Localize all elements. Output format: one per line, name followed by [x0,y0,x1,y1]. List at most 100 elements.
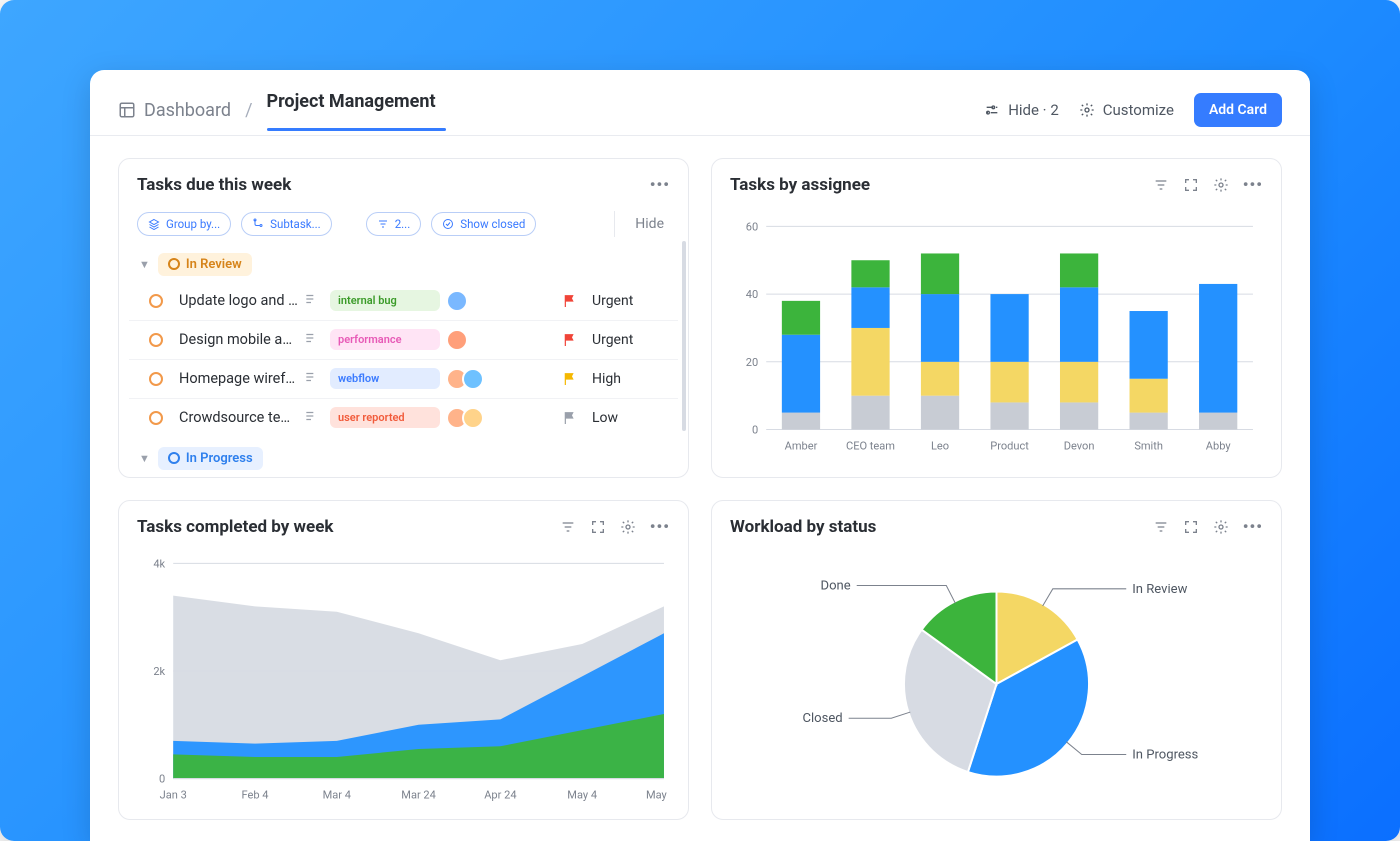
svg-text:Feb 4: Feb 4 [241,789,268,802]
tag-icon [304,331,324,349]
gear-icon[interactable] [620,519,636,535]
status-circle-icon [149,333,163,347]
breadcrumb-sep: / [245,100,252,121]
filter-icon[interactable] [1153,519,1169,535]
customize-label: Customize [1103,101,1174,119]
hide-link[interactable]: Hide [614,211,670,237]
more-icon[interactable]: ••• [1243,517,1263,536]
breadcrumb-current[interactable]: Project Management [267,91,436,130]
svg-text:Devon: Devon [1064,440,1095,453]
card-workload: Workload by status ••• DoneIn ReviewIn P… [711,500,1282,820]
area-chart: 02k4kJan 3Feb 4Mar 4Mar 24Apr 24May 4May… [137,549,670,809]
expand-icon[interactable] [590,519,606,535]
flag-icon [562,332,578,348]
more-icon[interactable]: ••• [650,517,670,536]
gear-icon[interactable] [1213,177,1229,193]
pie-label: Done [821,578,851,593]
task-name: Homepage wirefr... [179,370,298,387]
group-label: In Review [186,257,242,272]
caret-down-icon[interactable]: ▼ [139,258,150,271]
filter-icon[interactable] [560,519,576,535]
svg-text:Leo: Leo [931,440,949,453]
svg-text:Product: Product [990,440,1029,453]
header-actions: Hide · 2 Customize Add Card [984,93,1282,127]
add-card-button[interactable]: Add Card [1194,93,1282,127]
scrollbar[interactable] [682,241,686,431]
flag-icon [562,293,578,309]
chip-label: Group by... [166,217,220,231]
hide-button[interactable]: Hide · 2 [984,101,1059,119]
hide-label: Hide · 2 [1008,101,1059,119]
chip-filter-count[interactable]: 2... [366,212,422,236]
card-tasks-completed: Tasks completed by week ••• 02k4kJan 3Fe… [118,500,689,820]
more-icon[interactable]: ••• [650,175,670,194]
svg-text:20: 20 [746,356,758,369]
avatar [462,368,484,390]
bar-chart: 0204060AmberCEO teamLeoProductDevonSmith… [730,207,1263,467]
dashboard-grid: Tasks due this week ••• Group by... Subt… [90,136,1310,841]
task-row[interactable]: Crowdsource tem...user reportedLow [129,398,678,437]
tag-icon [304,409,324,427]
flag-icon [562,410,578,426]
task-name: Update logo and ... [179,292,298,309]
expand-icon[interactable] [1183,519,1199,535]
tag-badge: performance [330,329,440,350]
card-title: Tasks due this week [137,175,291,195]
gear-icon [1079,102,1095,118]
group-in-review[interactable]: ▼ In Review [129,247,678,282]
subtask-icon [252,218,264,230]
breadcrumb-root-label: Dashboard [144,100,231,121]
caret-down-icon[interactable]: ▼ [139,452,150,465]
filter-icon[interactable] [1153,177,1169,193]
pie-label: Closed [802,711,842,726]
chip-subtasks[interactable]: Subtask... [241,212,332,236]
breadcrumb-root[interactable]: Dashboard [118,100,231,121]
expand-icon[interactable] [1183,177,1199,193]
tag-badge: webflow [330,368,440,389]
svg-text:Mar 4: Mar 4 [323,789,351,802]
avatar-stack [446,368,490,390]
svg-text:Abby: Abby [1206,440,1232,453]
avatar-stack [446,290,490,312]
priority-label: Low [592,410,672,426]
app-header: Dashboard / Project Management Hide · 2 … [90,70,1310,136]
status-circle-icon [149,372,163,386]
priority-label: High [592,371,672,387]
avatar-stack [446,407,490,429]
task-row[interactable]: Update logo and ... internal bug Urgent [129,282,678,320]
avatar [446,290,468,312]
chip-group-by[interactable]: Group by... [137,212,231,236]
card-title: Tasks completed by week [137,517,334,537]
chip-label: 2... [395,217,411,231]
avatar [446,329,468,351]
svg-text:2k: 2k [153,665,165,678]
chip-bar: Group by... Subtask... 2... Show closed … [119,203,688,241]
status-dot-icon [168,452,180,464]
task-row[interactable]: Homepage wirefr... webflow High [129,359,678,398]
sliders-icon [984,102,1000,118]
task-row[interactable]: Design mobile ap...performanceUrgent [129,320,678,359]
tag-icon [304,292,324,310]
task-list: ▼ In Review Update logo and ... internal … [119,241,688,476]
customize-button[interactable]: Customize [1079,101,1174,119]
gear-icon[interactable] [1213,519,1229,535]
chip-label: Show closed [460,217,525,231]
layers-icon [148,218,160,230]
card-title: Workload by status [730,517,876,537]
group-in-progress[interactable]: ▼ In Progress [129,441,678,476]
breadcrumb: Dashboard / Project Management [118,91,436,130]
chip-label: Subtask... [270,217,321,231]
priority-label: Urgent [592,293,672,309]
avatar-stack [446,329,490,351]
pie-label: In Progress [1132,748,1198,763]
status-dot-icon [168,258,180,270]
svg-text:Smith: Smith [1134,440,1163,453]
tag-badge: internal bug [330,290,440,311]
card-tasks-due: Tasks due this week ••• Group by... Subt… [118,158,689,478]
more-icon[interactable]: ••• [1243,175,1263,194]
chip-show-closed[interactable]: Show closed [431,212,536,236]
svg-text:0: 0 [752,423,758,436]
status-circle-icon [149,294,163,308]
avatar [462,407,484,429]
tag-badge: user reported [330,407,440,428]
